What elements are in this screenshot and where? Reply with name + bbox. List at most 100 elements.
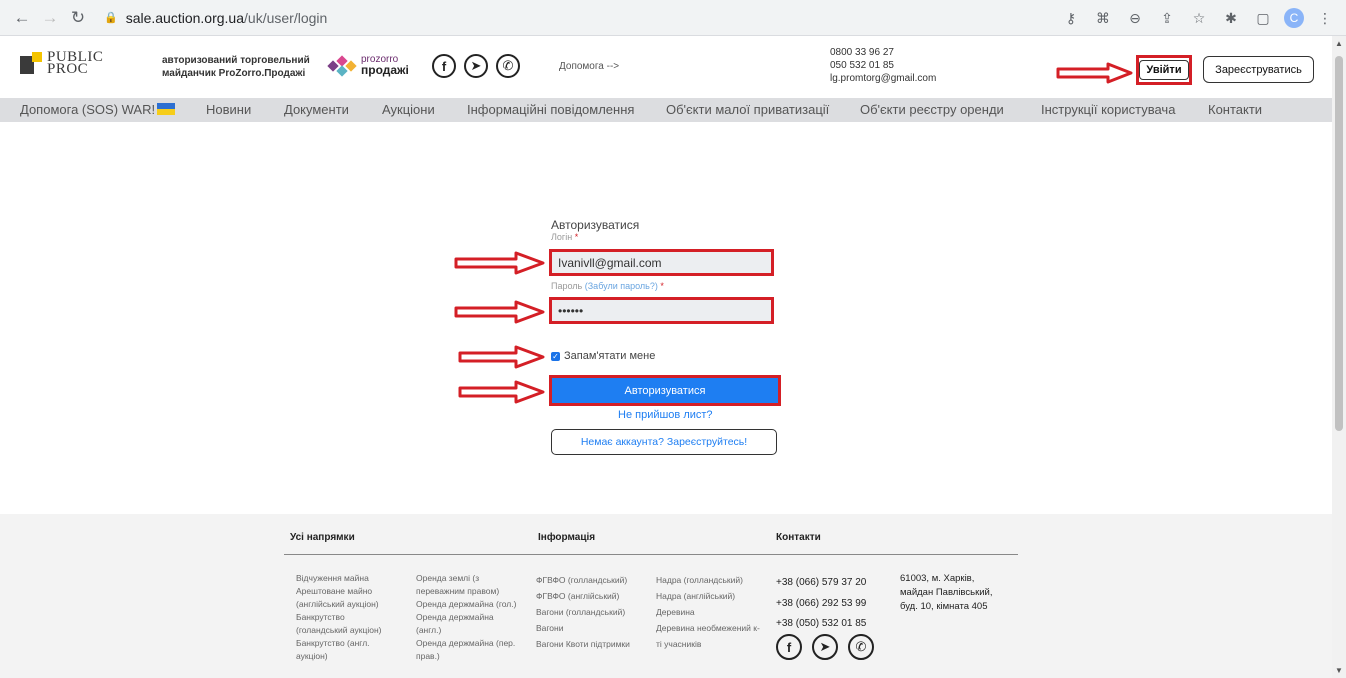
footer-link[interactable]: Оренда держмайна (гол.) <box>416 598 516 611</box>
footer-link[interactable]: ті учасників <box>656 636 760 652</box>
login-input[interactable] <box>552 252 771 273</box>
menu-item-instructions[interactable]: Інструкції користувача <box>1041 102 1175 117</box>
tagline-line1: авторизований торговельний <box>162 55 310 66</box>
viber-icon[interactable]: ✆ <box>848 634 874 660</box>
footer-link[interactable]: аукціон) <box>296 650 382 663</box>
footer: Усі напрямки Інформація Контакти Відчуже… <box>0 514 1332 678</box>
menu-item-rent-registry[interactable]: Об'єкти реєстру оренди <box>860 102 1004 117</box>
reload-icon[interactable]: ↻ <box>64 4 92 32</box>
footer-link[interactable]: (голандський аукціон) <box>296 624 382 637</box>
no-account-button[interactable]: Немає аккаунта? Зареєструйтесь! <box>551 429 777 455</box>
url-host: sale.auction.org.ua <box>125 9 245 26</box>
arrow-to-login-field-icon <box>454 251 545 275</box>
no-mail-link[interactable]: Не прийшов лист? <box>618 409 713 421</box>
menu-item-documents[interactable]: Документи <box>284 102 349 117</box>
zoom-icon[interactable]: ⊖ <box>1124 4 1146 32</box>
footer-link[interactable]: Вагони <box>536 620 630 636</box>
menu-item-contacts[interactable]: Контакти <box>1208 102 1262 117</box>
prozorro-diamonds-icon <box>327 54 357 77</box>
publicproc-logo[interactable]: PUBLIC PROC <box>20 50 103 77</box>
login-label-text: Логін <box>551 232 573 242</box>
address-line-3: буд. 10, кімната 405 <box>900 601 988 612</box>
footer-link[interactable]: Оренда держмайна (пер. <box>416 637 516 650</box>
footer-link[interactable]: ФГВФО (англійський) <box>536 588 630 604</box>
header-email[interactable]: lg.promtorg@gmail.com <box>830 72 936 85</box>
footer-link[interactable]: (англ.) <box>416 624 516 637</box>
footer-link[interactable]: Банкрутство (англ. <box>296 637 382 650</box>
address-bar[interactable]: 🔒 sale.auction.org.ua/uk/user/login <box>104 10 327 26</box>
arrow-to-login-icon <box>1056 62 1133 84</box>
footer-link[interactable]: Деревина <box>656 604 760 620</box>
footer-link[interactable]: Оренда землі (з <box>416 572 516 585</box>
footer-list-a: Відчуження майна Арештоване майно (англі… <box>296 572 382 663</box>
facebook-icon[interactable]: f <box>776 634 802 660</box>
arrow-to-submit-icon <box>458 380 545 404</box>
facebook-icon[interactable]: f <box>432 54 456 78</box>
translate-icon[interactable]: ⌘ <box>1092 4 1114 32</box>
more-menu-icon[interactable]: ⋮ <box>1314 4 1336 32</box>
footer-link[interactable]: переважним правом) <box>416 585 516 598</box>
footer-link[interactable]: Вагони (голландський) <box>536 604 630 620</box>
key-icon[interactable]: ⚷ <box>1060 4 1082 32</box>
footer-list-d: Надра (голландський) Надра (англійський)… <box>656 572 760 652</box>
menu-item-auctions[interactable]: Аукціони <box>382 102 435 117</box>
menu-item-help-label: Допомога (SOS) WAR! <box>20 102 156 117</box>
footer-link[interactable]: Надра (голландський) <box>656 572 760 588</box>
arrow-to-password-field-icon <box>454 300 545 324</box>
password-label-text: Пароль <box>551 281 583 291</box>
password-input[interactable] <box>552 300 771 321</box>
browser-toolbar: ← → ↻ 🔒 sale.auction.org.ua/uk/user/logi… <box>0 0 1346 36</box>
register-button[interactable]: Зареєструватись <box>1203 56 1314 83</box>
url-path: /uk/user/login <box>244 9 328 26</box>
share-icon[interactable]: ⇪ <box>1156 4 1178 32</box>
telegram-icon[interactable]: ➤ <box>812 634 838 660</box>
main-menu: Допомога (SOS) WAR! Новини Документи Аук… <box>0 98 1346 122</box>
menu-item-news[interactable]: Новини <box>206 102 251 117</box>
side-panel-icon[interactable]: ▢ <box>1252 4 1274 32</box>
submit-button[interactable]: Авторизуватися <box>552 378 778 403</box>
header-contacts: 0800 33 96 27 050 532 01 85 lg.promtorg@… <box>830 46 936 85</box>
footer-link[interactable]: Деревина необмежений к- <box>656 620 760 636</box>
lock-icon: 🔒 <box>104 12 118 24</box>
footer-link[interactable]: Відчуження майна <box>296 572 382 585</box>
address-line-2: майдан Павлівський, <box>900 587 993 598</box>
scroll-down-icon[interactable]: ▼ <box>1335 666 1343 675</box>
menu-item-help[interactable]: Допомога (SOS) WAR! <box>20 102 176 117</box>
footer-link[interactable]: прав.) <box>416 650 516 663</box>
prozorro-logo[interactable]: prozorro продажі <box>327 54 409 77</box>
footer-link[interactable]: Оренда держмайна <box>416 611 516 624</box>
footer-title-directions: Усі напрямки <box>290 532 355 543</box>
footer-phone-2[interactable]: +38 (066) 292 53 99 <box>776 598 866 609</box>
tagline-line2: майданчик ProZorro.Продажі <box>162 68 306 79</box>
back-arrow-icon[interactable]: ← <box>8 4 36 32</box>
required-mark: * <box>660 281 664 291</box>
forward-arrow-icon[interactable]: → <box>36 4 64 32</box>
help-link[interactable]: Допомога --> <box>559 61 619 72</box>
remember-checkbox[interactable]: ✓ <box>551 351 560 361</box>
scroll-thumb[interactable] <box>1335 56 1343 431</box>
forgot-password-link[interactable]: (Забули пароль?) <box>585 281 658 291</box>
remember-me[interactable]: ✓ Запам'ятати мене <box>551 350 655 362</box>
arrow-to-remember-icon <box>458 345 545 369</box>
extensions-icon[interactable]: ✱ <box>1220 4 1242 32</box>
menu-item-privatization[interactable]: Об'єкти малої приватизації <box>666 102 829 117</box>
footer-phone-1[interactable]: +38 (066) 579 37 20 <box>776 577 866 588</box>
footer-link[interactable]: Надра (англійський) <box>656 588 760 604</box>
footer-link[interactable]: ФГВФО (голландський) <box>536 572 630 588</box>
scroll-up-icon[interactable]: ▲ <box>1335 39 1343 48</box>
page-scrollbar[interactable]: ▲ ▼ <box>1332 36 1346 678</box>
remember-label: Запам'ятати мене <box>564 350 656 362</box>
footer-address: 61003, м. Харків, майдан Павлівський, бу… <box>900 572 992 614</box>
viber-icon[interactable]: ✆ <box>496 54 520 78</box>
footer-phone-3[interactable]: +38 (050) 532 01 85 <box>776 618 866 629</box>
telegram-icon[interactable]: ➤ <box>464 54 488 78</box>
footer-link[interactable]: Арештоване майно <box>296 585 382 598</box>
bookmark-star-icon[interactable]: ☆ <box>1188 4 1210 32</box>
menu-item-info[interactable]: Інформаційні повідомлення <box>467 102 634 117</box>
footer-link[interactable]: Вагони Квоти підтримки <box>536 636 630 652</box>
footer-title-contacts: Контакти <box>776 532 821 543</box>
footer-link[interactable]: (англійський аукціон) <box>296 598 382 611</box>
login-button[interactable]: Увійти <box>1139 60 1189 80</box>
footer-link[interactable]: Банкрутство <box>296 611 382 624</box>
profile-avatar[interactable]: C <box>1284 8 1304 28</box>
